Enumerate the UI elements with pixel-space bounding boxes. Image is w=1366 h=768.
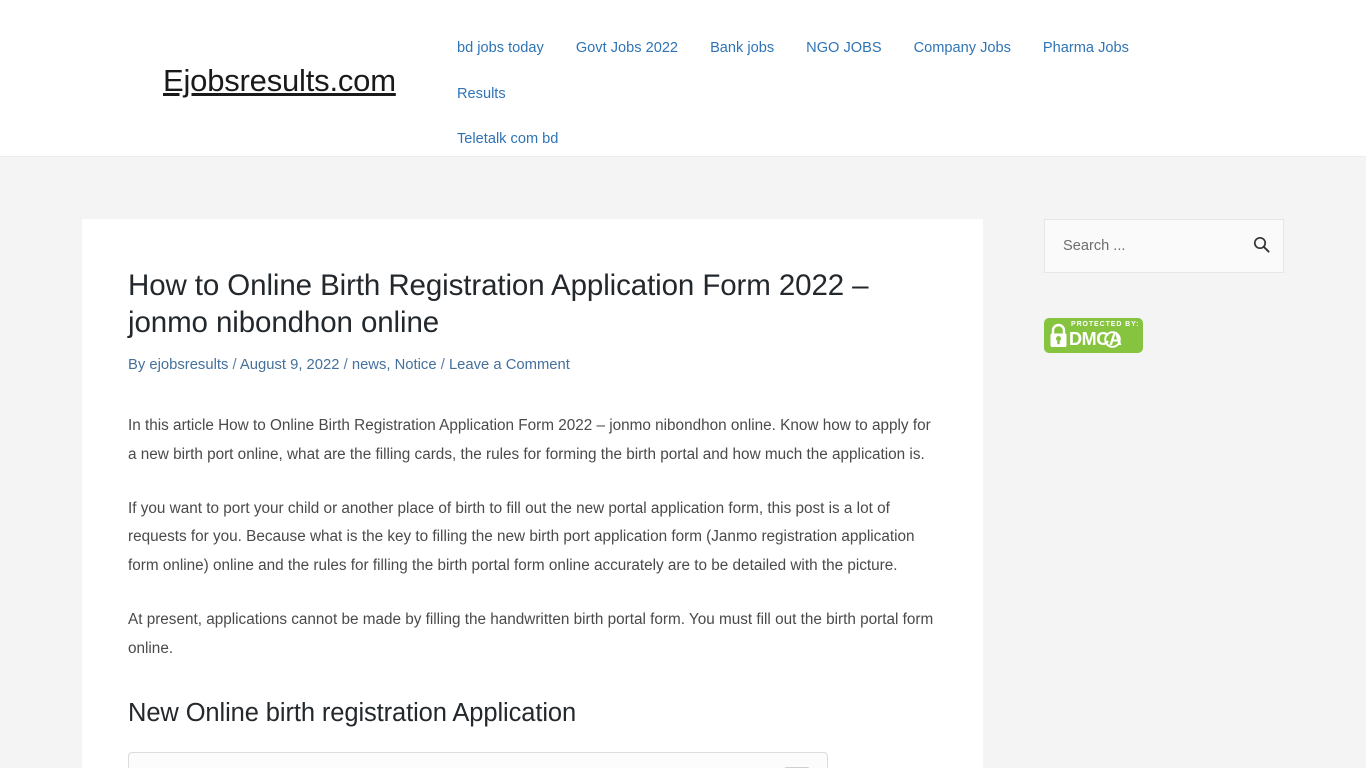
table-of-contents-box: Table of Contents [128,752,828,768]
meta-separator-3: / [440,356,445,373]
section-heading-new-online-birth-registration: New Online birth registration Applicatio… [128,699,577,728]
site-title[interactable]: Ejobsresults.com [163,62,396,99]
search-submit-button[interactable] [1253,236,1270,256]
nav-link-teletalk-com-bd[interactable]: Teletalk com bd [441,117,574,163]
nav-item-results: Results [441,72,522,118]
dmca-widget: PROTECTED BY: DMCA [1044,318,1284,358]
nav-link-govt-jobs-2022[interactable]: Govt Jobs 2022 [560,26,694,72]
meta-separator-1: / [232,356,237,373]
dmca-brand-pre: DM [1069,329,1097,349]
entry-meta: By ejobsresults / August 9, 2022 / news,… [128,354,937,376]
article-paragraph-1: In this article How to Online Birth Regi… [128,417,931,463]
entry-content: In this article How to Online Birth Regi… [128,412,937,768]
nav-item-bd-jobs-today: bd jobs today [441,26,560,72]
header-inner: Ejobsresults.com bd jobs today Govt Jobs… [81,0,1285,156]
copyright-ring-icon [1104,331,1121,348]
article-card: How to Online Birth Registration Applica… [82,219,983,768]
sidebar: PROTECTED BY: DMCA [1044,219,1284,358]
primary-navigation: bd jobs today Govt Jobs 2022 Bank jobs N… [441,26,1221,163]
search-form [1044,219,1284,273]
nav-link-results[interactable]: Results [441,72,522,118]
meta-by-label: By [128,356,146,373]
nav-list: bd jobs today Govt Jobs 2022 Bank jobs N… [441,26,1221,163]
article-paragraph-3: At present, applications cannot be made … [128,611,934,657]
lock-icon [1049,323,1068,348]
search-input[interactable] [1061,237,1253,255]
meta-categories-link[interactable]: news, Notice [352,357,437,373]
nav-item-govt-jobs-2022: Govt Jobs 2022 [560,26,694,72]
nav-link-pharma-jobs[interactable]: Pharma Jobs [1027,26,1145,72]
main-content-column: How to Online Birth Registration Applica… [82,219,983,768]
nav-link-company-jobs[interactable]: Company Jobs [898,26,1027,72]
meta-comments-link[interactable]: Leave a Comment [449,357,570,373]
page-wrap: How to Online Birth Registration Applica… [0,157,1366,768]
nav-link-ngo-jobs[interactable]: NGO JOBS [790,26,897,72]
nav-link-bank-jobs[interactable]: Bank jobs [694,26,790,72]
nav-link-bd-jobs-today[interactable]: bd jobs today [441,26,560,72]
nav-item-teletalk-com-bd: Teletalk com bd [441,117,574,163]
dmca-protection-badge[interactable]: PROTECTED BY: DMCA [1044,318,1143,353]
site-header: Ejobsresults.com bd jobs today Govt Jobs… [0,0,1366,157]
page-title: How to Online Birth Registration Applica… [128,269,869,340]
nav-item-company-jobs: Company Jobs [898,26,1027,72]
search-icon [1253,236,1270,256]
meta-author-link[interactable]: ejobsresults [149,357,228,373]
dmca-protected-label: PROTECTED BY: [1071,321,1140,328]
nav-item-bank-jobs: Bank jobs [694,26,790,72]
nav-item-pharma-jobs: Pharma Jobs [1027,26,1145,72]
article-paragraph-2: If you want to port your child or anothe… [128,499,915,574]
nav-item-ngo-jobs: NGO JOBS [790,26,897,72]
meta-separator-2: / [343,356,348,373]
meta-date: August 9, 2022 [239,356,340,373]
